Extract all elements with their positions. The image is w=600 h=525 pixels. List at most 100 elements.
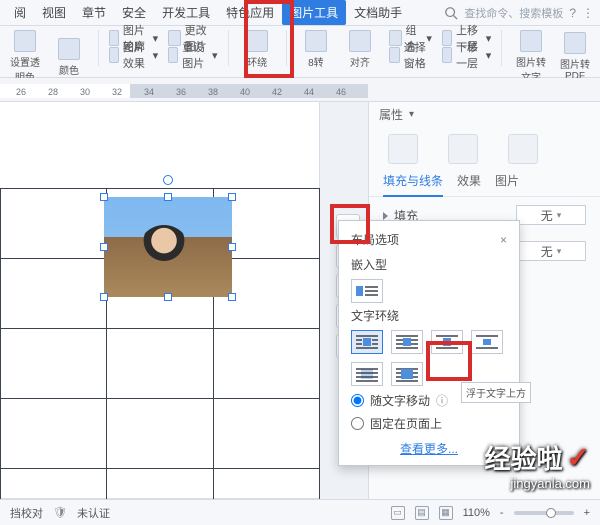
label: 环绕 — [247, 54, 267, 69]
move-with-text-radio[interactable] — [351, 394, 364, 407]
status-auth[interactable]: 未认证 — [77, 505, 110, 521]
panel-title: 属性▾ — [369, 102, 600, 126]
ruler-mark: 44 — [304, 87, 314, 97]
wrap-behind-option[interactable] — [351, 362, 383, 386]
wrap-header: 文字环绕 — [351, 307, 507, 324]
resize-handle-ml[interactable] — [100, 243, 108, 251]
horizontal-ruler: 26 28 30 32 34 36 38 40 42 44 46 — [0, 78, 600, 102]
wrap-through-option[interactable] — [431, 330, 463, 354]
layout-options-popover: 布局选项 × 嵌入型 文字环绕 浮于文字上方 随文字移动 ⓘ 固定在页面上 查看… — [338, 220, 520, 466]
zoom-in-button[interactable]: + — [584, 507, 590, 519]
align-button[interactable]: 对齐 — [341, 30, 379, 69]
menubar-right: 查找命令、搜索模板 ? ⋮ — [444, 5, 600, 21]
help-icon[interactable]: ? — [569, 6, 576, 20]
see-more-link[interactable]: 查看更多... — [351, 440, 507, 457]
wrap-inline-option[interactable] — [351, 279, 383, 303]
label: 下移一层 — [456, 39, 482, 71]
status-proof[interactable]: 挡校对 — [10, 505, 43, 521]
selected-image[interactable] — [104, 197, 232, 297]
fix-on-page-row[interactable]: 固定在页面上 — [351, 415, 507, 432]
picture-effects-button[interactable]: 图片效果▾ — [109, 47, 158, 63]
ruler-mark: 38 — [208, 87, 218, 97]
shield-icon: 🛡 — [53, 506, 67, 519]
menu-view[interactable]: 视图 — [34, 0, 74, 25]
ruler-mark: 30 — [80, 87, 90, 97]
info-icon[interactable]: ⓘ — [436, 392, 448, 409]
ruler-mark: 34 — [144, 87, 154, 97]
menu-chapter[interactable]: 章节 — [74, 0, 114, 25]
view-mode-1-icon[interactable]: ▭ — [391, 506, 405, 520]
color-button[interactable]: 颜色 — [50, 38, 88, 77]
label: 重设图片 — [182, 39, 208, 71]
resize-handle-mr[interactable] — [228, 243, 236, 251]
selection-pane-button[interactable]: 选择窗格 — [389, 47, 432, 63]
wrap-button[interactable]: 环绕 — [238, 30, 276, 69]
label: 8转 — [308, 54, 324, 69]
resize-handle-bl[interactable] — [100, 293, 108, 301]
image-content — [104, 197, 232, 297]
image-to-pdf-button[interactable]: 图片转PDF — [556, 32, 594, 82]
resize-handle-bm[interactable] — [164, 293, 172, 301]
zoom-value: 110% — [463, 507, 490, 519]
label: 选择窗格 — [404, 39, 432, 71]
document-area[interactable] — [0, 102, 368, 499]
menu-read[interactable]: 阅 — [6, 0, 34, 25]
ruler-mark: 26 — [16, 87, 26, 97]
ruler-mark: 40 — [240, 87, 250, 97]
resize-handle-tm[interactable] — [164, 193, 172, 201]
label: 对齐 — [350, 54, 370, 69]
set-transparent-button[interactable]: 设置透明色 — [6, 30, 44, 84]
separator — [228, 30, 229, 66]
zoom-slider[interactable] — [514, 511, 574, 515]
rotate-handle[interactable] — [163, 175, 173, 185]
panel-icon-effect[interactable] — [443, 134, 483, 164]
wrap-infront-option[interactable] — [391, 362, 423, 386]
ruler-mark: 28 — [48, 87, 58, 97]
line-select[interactable]: 无 — [516, 241, 586, 261]
resize-handle-tr[interactable] — [228, 193, 236, 201]
ruler-mark: 32 — [112, 87, 122, 97]
ruler-mark: 46 — [336, 87, 346, 97]
more-icon[interactable]: ⋮ — [582, 6, 594, 20]
label: 图片效果 — [123, 39, 149, 71]
menu-picture-tools[interactable]: 图片工具 — [282, 0, 346, 25]
popover-close-icon[interactable]: × — [500, 233, 507, 247]
panel-icon-row — [369, 126, 600, 168]
menubar: 阅 视图 章节 安全 开发工具 特色应用 图片工具 文档助手 查找命令、搜索模板… — [0, 0, 600, 26]
wrap-topbottom-option[interactable] — [471, 330, 503, 354]
reset-image-button[interactable]: 重设图片▾ — [168, 47, 217, 63]
wrap-square-option[interactable] — [351, 330, 383, 354]
wrap-infront-tooltip: 浮于文字上方 — [461, 382, 531, 403]
status-bar: 挡校对 🛡 未认证 ▭ ▤ ▦ 110% - + — [0, 499, 600, 525]
search-placeholder[interactable]: 查找命令、搜索模板 — [464, 5, 563, 21]
fill-select[interactable]: 无 — [516, 205, 586, 225]
view-mode-3-icon[interactable]: ▦ — [439, 506, 453, 520]
wrap-tight-option[interactable] — [391, 330, 423, 354]
inline-header: 嵌入型 — [351, 256, 507, 273]
separator — [286, 30, 287, 66]
document-page[interactable] — [0, 102, 320, 499]
image-to-text-button[interactable]: 图片转文字 — [512, 30, 550, 84]
resize-handle-br[interactable] — [228, 293, 236, 301]
rotate-button[interactable]: 8转 — [297, 30, 335, 69]
ribbon: 设置透明色 颜色 图片轮廓▾ 图片效果▾ 更改图片 重设图片▾ 环绕 8转 对齐… — [0, 26, 600, 78]
panel-tab-image[interactable]: 图片 — [495, 172, 519, 196]
panel-tab-fill[interactable]: 填充与线条 — [383, 172, 443, 197]
ruler-mark: 36 — [176, 87, 186, 97]
panel-icon-fill[interactable] — [383, 134, 423, 164]
popover-title: 布局选项 — [351, 231, 399, 248]
search-icon[interactable] — [444, 6, 458, 20]
menu-special[interactable]: 特色应用 — [218, 0, 282, 25]
zoom-out-button[interactable]: - — [500, 507, 504, 519]
view-mode-2-icon[interactable]: ▤ — [415, 506, 429, 520]
label: 随文字移动 — [370, 392, 430, 409]
fix-on-page-radio[interactable] — [351, 417, 364, 430]
resize-handle-tl[interactable] — [100, 193, 108, 201]
send-backward-button[interactable]: 下移一层▾ — [442, 47, 491, 63]
panel-icon-image[interactable] — [503, 134, 543, 164]
menu-doc-helper[interactable]: 文档助手 — [346, 0, 410, 25]
label: 固定在页面上 — [370, 415, 442, 432]
panel-tab-effect[interactable]: 效果 — [457, 172, 481, 196]
panel-tabs: 填充与线条 效果 图片 — [369, 168, 600, 197]
ruler-mark: 42 — [272, 87, 282, 97]
